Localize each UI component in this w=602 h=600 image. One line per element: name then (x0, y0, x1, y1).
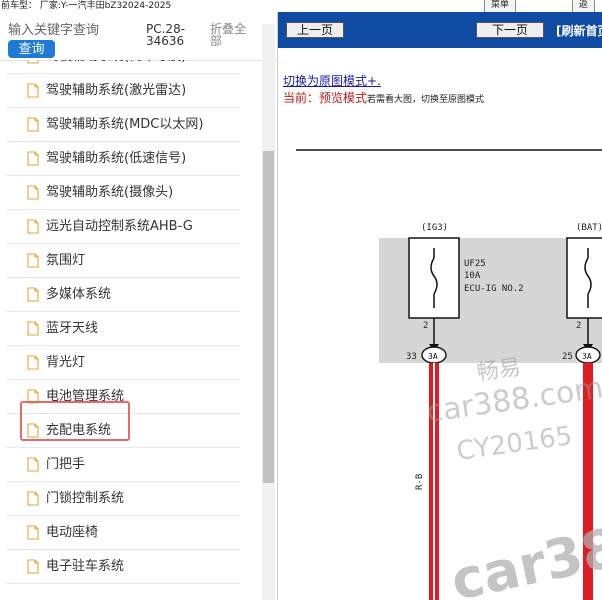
topic-list: 驾驶辅助系统(倒车导航) 驾驶辅助系统(激光雷达) 驾驶辅助系统(MDC以太网) 驾驶… (6, 60, 242, 600)
fuse2-frame (566, 237, 602, 319)
document-icon (27, 83, 39, 98)
document-icon (27, 457, 39, 472)
document-icon (27, 253, 39, 268)
list-item[interactable]: 背光灯 (6, 347, 240, 380)
document-icon (27, 423, 39, 438)
document-icon (27, 321, 39, 336)
fuse1-tag: (IG3) (421, 223, 448, 233)
list-item-label: 充配电系统 (46, 423, 112, 438)
list-item-label: 驾驶辅助系统(激光雷达) (46, 83, 187, 98)
document-icon (27, 185, 39, 200)
document-icon (27, 491, 39, 506)
mode-status: 当前：预览模式若需看大图，切换至原图模式 (283, 89, 484, 106)
status-hint: 若需看大图，切换至原图模式 (367, 95, 485, 105)
list-item-label: 驾驶辅助系统(MDC以太网) (46, 117, 204, 132)
document-icon (27, 60, 39, 64)
search-row: 查询 PC.28-34636 折叠全部 (0, 12, 277, 61)
list-item-label: 远光自动控制系统AHB-G (46, 219, 193, 234)
fuse2-pin: 2 (576, 321, 581, 331)
list-item-label: 蓝牙天线 (46, 321, 99, 336)
list-item[interactable]: 多媒体系统 (6, 279, 240, 312)
list-item[interactable]: 驾驶辅助系统(摄像头) (6, 177, 240, 210)
sidebar: 查询 PC.28-34636 折叠全部 驾驶辅助系统(倒车导航) 驾驶辅助系统(激… (0, 12, 278, 600)
document-icon (27, 151, 39, 166)
list-item-label: 门锁控制系统 (46, 491, 125, 506)
list-item[interactable]: 门锁控制系统 (6, 483, 240, 516)
list-item-label: 氛围灯 (46, 253, 86, 268)
status-mode: 预览模式 (319, 91, 368, 105)
switch-mode-link[interactable]: 切换为原图模式+. (283, 72, 381, 89)
sidebar-scrollbar[interactable] (262, 24, 275, 600)
document-icon (27, 389, 39, 404)
document-icon (27, 219, 39, 234)
document-icon (27, 117, 39, 132)
fuse1-desc: ECU-IG NO.2 (464, 284, 524, 294)
list-item[interactable]: 门把手 (6, 449, 240, 482)
list-item[interactable]: 驾驶辅助系统(倒车导航) (6, 60, 240, 74)
conn2-label: 3A (582, 352, 592, 361)
list-item[interactable]: 蓝牙天线 (6, 313, 240, 346)
search-input[interactable] (6, 20, 140, 38)
list-item[interactable]: 远光自动控制系统AHB-G (6, 211, 240, 244)
wiring-diagram[interactable]: (IG3) UF25 10A ECU-IG NO.2 2 3A 33 R-B (… (278, 112, 602, 600)
watermark-code: CY20165 (455, 421, 574, 467)
wire-label: R-B (415, 474, 425, 490)
list-item[interactable]: 氛围灯 (6, 245, 240, 278)
fuse1-rating: 10A (464, 271, 481, 281)
list-item[interactable]: 充配电系统 (6, 415, 240, 448)
list-item-label: 电子驻车系统 (46, 559, 125, 574)
document-icon (27, 559, 39, 574)
status-prefix: 当前： (283, 91, 320, 105)
fuse1-pin: 2 (423, 321, 428, 331)
watermark-large: car388 (446, 508, 602, 600)
prev-page-button[interactable]: 上一页 (286, 22, 344, 38)
list-item-label: 驾驶辅助系统(低速信号) (46, 151, 187, 166)
refresh-home-link[interactable]: [刷新首页] (556, 22, 602, 39)
search-button[interactable]: 查询 (8, 40, 55, 58)
list-item[interactable]: 驾驶辅助系统(低速信号) (6, 143, 240, 176)
document-icon (27, 525, 39, 540)
document-icon (27, 355, 39, 370)
list-item-label: 驾驶辅助系统(摄像头) (46, 185, 174, 200)
conn1-pin: 33 (406, 352, 417, 362)
list-item-label: 驾驶辅助系统(倒车导航) (46, 60, 186, 65)
fuse2-tag: (BAT) (576, 223, 602, 233)
car-model-text: 前车型： 厂家:Y-一汽丰田bZ32024-2025 (1, 1, 172, 11)
list-item[interactable]: 电动座椅 (6, 517, 240, 550)
list-item-label: 背光灯 (46, 355, 86, 370)
watermark-brand: 畅易 (475, 355, 522, 386)
list-item[interactable]: 驾驶辅助系统(MDC以太网) (6, 109, 240, 142)
list-item[interactable]: 电池管理系统 (6, 381, 240, 414)
viewer-panel: 上一页 下一页 [刷新首页] 切换为原图模式+. 当前：预览模式若需看大图，切换… (278, 12, 602, 600)
conn2-pin: 25 (562, 352, 573, 362)
list-item-label: 电动座椅 (46, 525, 99, 540)
list-item[interactable]: 驾驶辅助系统(激光雷达) (6, 75, 240, 108)
next-page-button[interactable]: 下一页 (476, 22, 544, 38)
collapse-all-button[interactable]: 折叠全部 (210, 23, 254, 47)
viewer-nav-bar: 上一页 下一页 [刷新首页] (278, 12, 602, 48)
pc-code: PC.28-34636 (146, 22, 186, 48)
list-item-label: 多媒体系统 (46, 287, 112, 302)
scrollbar-thumb[interactable] (263, 151, 274, 483)
conn1-label: 3A (428, 352, 438, 361)
list-item-label: 电池管理系统 (46, 389, 125, 404)
document-icon (27, 287, 39, 302)
list-item[interactable]: 电子驻车系统 (6, 551, 240, 584)
fuse1-name: UF25 (464, 259, 486, 269)
list-item-label: 门把手 (46, 457, 86, 472)
